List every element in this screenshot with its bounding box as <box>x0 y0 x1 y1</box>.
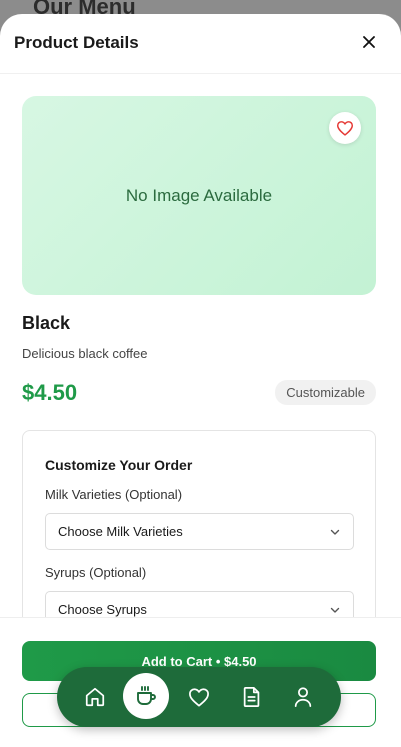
product-price: $4.50 <box>22 380 78 405</box>
product-details-sheet: Product Details No Image Available Black… <box>0 14 401 747</box>
close-button[interactable] <box>359 32 379 52</box>
favorite-button[interactable] <box>329 112 361 144</box>
chevron-down-icon <box>330 607 340 613</box>
milk-varieties-label: Milk Varieties (Optional) <box>45 487 183 502</box>
syrups-value: Choose Syrups <box>58 602 147 617</box>
nav-profile[interactable] <box>288 682 318 712</box>
no-image-text: No Image Available <box>125 185 273 205</box>
milk-varieties-select[interactable]: Choose Milk Varieties <box>45 513 354 550</box>
customizable-badge: Customizable <box>275 380 376 405</box>
nav-favorites[interactable] <box>184 682 214 712</box>
coffee-icon <box>137 686 156 705</box>
sheet-header: Product Details <box>0 14 401 74</box>
sheet-title: Product Details <box>14 33 139 52</box>
milk-varieties-value: Choose Milk Varieties <box>58 524 183 539</box>
heart-icon <box>189 688 209 707</box>
nav-home[interactable] <box>80 682 110 712</box>
orders-icon <box>243 686 260 708</box>
product-name: Black <box>22 313 71 333</box>
product-image: No Image Available <box>22 96 376 295</box>
nav-orders[interactable] <box>237 682 267 712</box>
nav-menu[interactable] <box>123 673 169 719</box>
home-icon <box>85 687 105 707</box>
heart-icon <box>336 121 353 136</box>
close-icon <box>363 36 375 48</box>
bottom-navigation <box>57 667 341 727</box>
customize-title: Customize Your Order <box>45 457 193 473</box>
profile-icon <box>294 687 312 708</box>
product-description: Delicious black coffee <box>22 346 148 361</box>
syrups-label: Syrups (Optional) <box>45 565 147 580</box>
chevron-down-icon <box>330 529 340 535</box>
